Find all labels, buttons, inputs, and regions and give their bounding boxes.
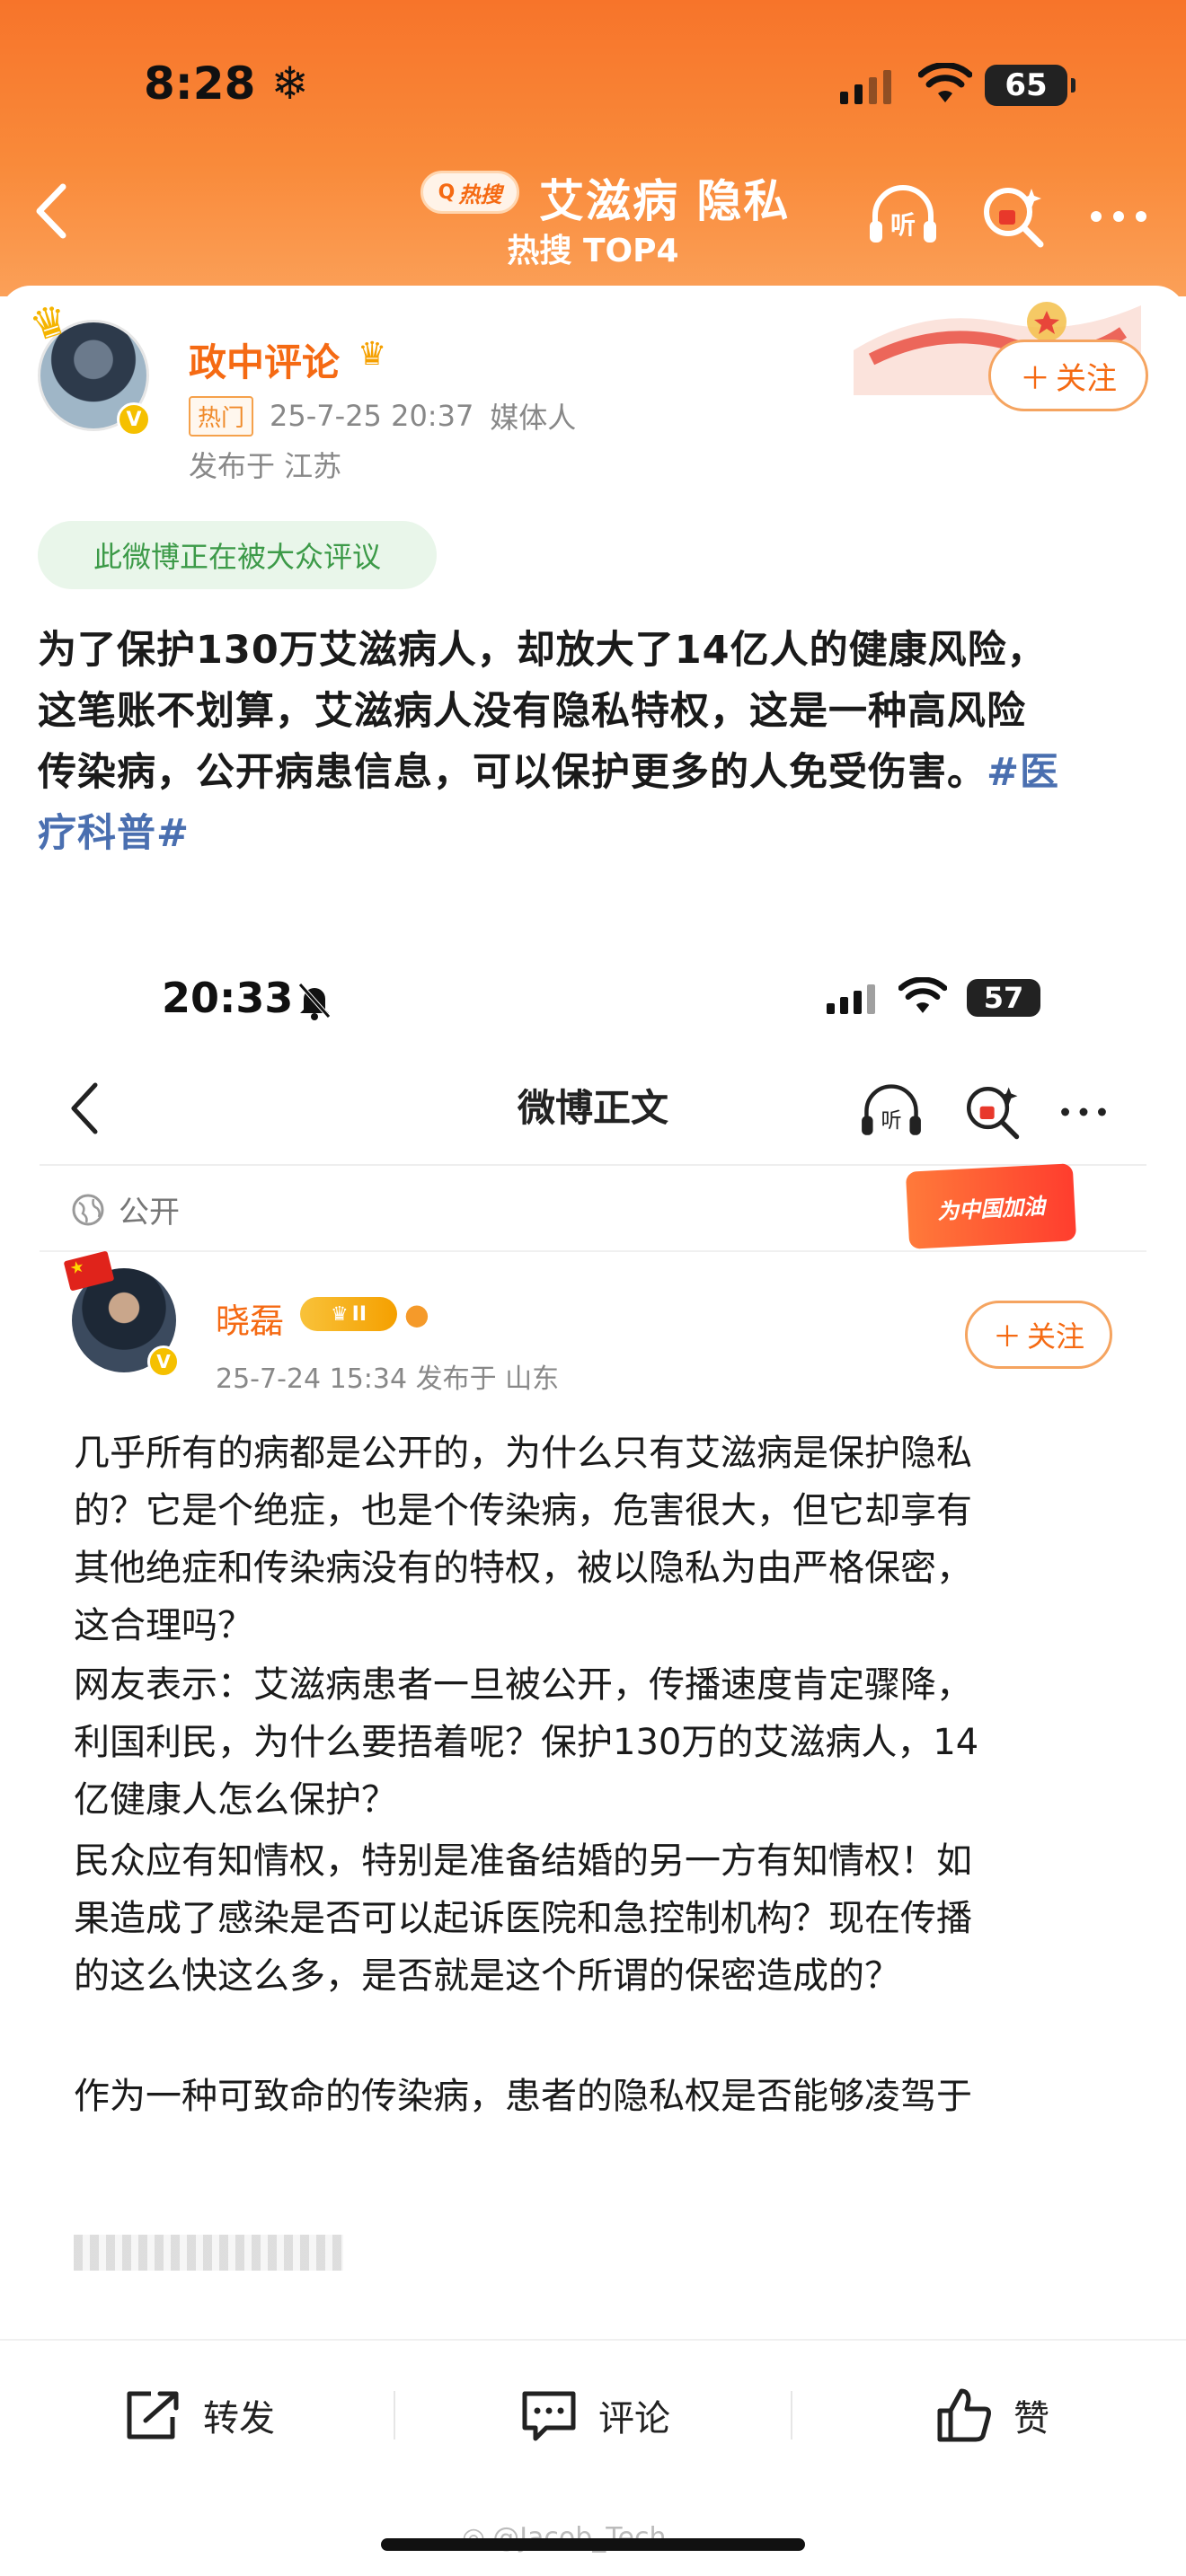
author-role: 媒体人 bbox=[490, 401, 577, 435]
action-bar: 转发 评论 赞 bbox=[0, 2339, 1186, 2486]
post-meta: 热门 25-7-25 20:37 媒体人 bbox=[189, 395, 576, 437]
embedded-listen-icon: 听 bbox=[862, 1084, 921, 1135]
divider bbox=[791, 2391, 792, 2439]
divider bbox=[40, 1250, 1146, 1252]
embedded-post-meta: 25-7-24 15:34 发布于 山东 bbox=[216, 1363, 560, 1395]
search-icon: Q bbox=[438, 181, 456, 204]
embedded-author-avatar: V bbox=[63, 1250, 183, 1380]
crown-icon: ♛ bbox=[330, 1302, 349, 1326]
embedded-battery-icon: 57 bbox=[967, 979, 1040, 1017]
hashtag-link[interactable]: 疗科普# bbox=[38, 811, 190, 856]
embedded-status-time: 20:33 bbox=[162, 974, 294, 1022]
topic-title: 艾滋病 隐私 bbox=[539, 175, 791, 227]
post-location: 发布于 江苏 bbox=[189, 449, 342, 483]
discussion-badge[interactable]: 此微博正在被大众评议 bbox=[38, 521, 437, 589]
svg-text:听: 听 bbox=[890, 210, 916, 240]
share-icon bbox=[127, 2391, 179, 2439]
plus-icon: ＋ bbox=[992, 1319, 1022, 1354]
wifi-icon bbox=[918, 63, 972, 102]
post-text: 为了保护130万艾滋病人，却放大了14亿人的健康风险， 这笔账不划算，艾滋病人没… bbox=[38, 628, 1060, 856]
embedded-signal-icon bbox=[827, 984, 875, 1014]
truncated-text-fade bbox=[74, 2235, 343, 2271]
hot-search-badge: Q 热搜 bbox=[420, 171, 519, 214]
globe-icon bbox=[72, 1194, 104, 1225]
repost-button[interactable]: 转发 bbox=[124, 2384, 275, 2447]
author-name[interactable]: 政中评论 bbox=[189, 332, 340, 387]
verified-icon: V bbox=[117, 402, 151, 437]
embedded-screenshot: 20:33 57 微博正文 听 公开 为中国加油 ★ V 晓磊 ♛ II ● 2… bbox=[0, 934, 1186, 2335]
like-button[interactable]: 赞 bbox=[934, 2384, 1049, 2447]
cheer-banner: 为中国加油 bbox=[905, 1163, 1077, 1249]
embedded-author-name: 晓磊 bbox=[216, 1301, 285, 1341]
comment-button[interactable]: 评论 bbox=[519, 2384, 670, 2447]
follow-button[interactable]: ＋关注 bbox=[988, 340, 1148, 411]
home-indicator[interactable] bbox=[381, 2538, 805, 2551]
post-timestamp: 25-7-25 20:37 bbox=[270, 399, 474, 433]
divider bbox=[394, 2391, 395, 2439]
embedded-follow-button: ＋关注 bbox=[965, 1301, 1112, 1369]
hashtag-link[interactable]: #医 bbox=[987, 750, 1059, 795]
embedded-paragraph: 网友表示：艾滋病患者一旦被公开，传播速度肯定骤降， 利国利民，为什么要捂着呢？保… bbox=[74, 1664, 979, 1821]
divider bbox=[40, 1164, 1146, 1166]
embedded-paragraph: 作为一种可致命的传染病，患者的隐私权是否能够凌驾于 bbox=[74, 2076, 972, 2117]
battery-icon: 65 bbox=[985, 65, 1075, 106]
embedded-ai-search-icon bbox=[967, 1087, 1020, 1140]
snowflake-icon: ❄ bbox=[270, 57, 309, 110]
embedded-paragraph: 几乎所有的病都是公开的，为什么只有艾滋病是保护隐私 的？它是个绝症，也是个传染病… bbox=[74, 1433, 972, 1646]
comment-icon bbox=[522, 2391, 576, 2441]
more-icon[interactable] bbox=[1078, 176, 1159, 257]
embedded-more-icon bbox=[1061, 1107, 1106, 1116]
embedded-wifi-icon bbox=[898, 977, 947, 1013]
fish-icon: ● bbox=[404, 1297, 429, 1331]
plus-icon: ＋ bbox=[1020, 360, 1050, 397]
ai-search-icon[interactable] bbox=[972, 176, 1053, 257]
status-bar: 8:28 ❄ 65 bbox=[0, 0, 1186, 171]
signal-icon bbox=[840, 70, 891, 104]
thumbs-up-icon bbox=[937, 2388, 991, 2442]
header: 8:28 ❄ 65 Q 热搜 艾滋病 隐私 热搜 TOP4 听 bbox=[0, 0, 1186, 296]
level-badge: ♛ II bbox=[300, 1297, 397, 1331]
svg-text:听: 听 bbox=[881, 1109, 901, 1133]
author-avatar[interactable]: ♛ V bbox=[24, 294, 155, 437]
status-time: 8:28 ❄ bbox=[144, 57, 309, 110]
listen-icon[interactable]: 听 bbox=[863, 176, 943, 257]
embedded-paragraph: 民众应有知情权，特别是准备结婚的另一方有知情权！如 果造成了感染是否可以起诉医院… bbox=[74, 1840, 972, 1997]
visibility-label: 公开 bbox=[70, 1187, 180, 1231]
vip-crown-icon: ♛ bbox=[358, 336, 387, 373]
hot-tag: 热门 bbox=[189, 395, 254, 437]
verified-icon: V bbox=[147, 1345, 180, 1378]
bell-off-icon bbox=[298, 983, 331, 1020]
